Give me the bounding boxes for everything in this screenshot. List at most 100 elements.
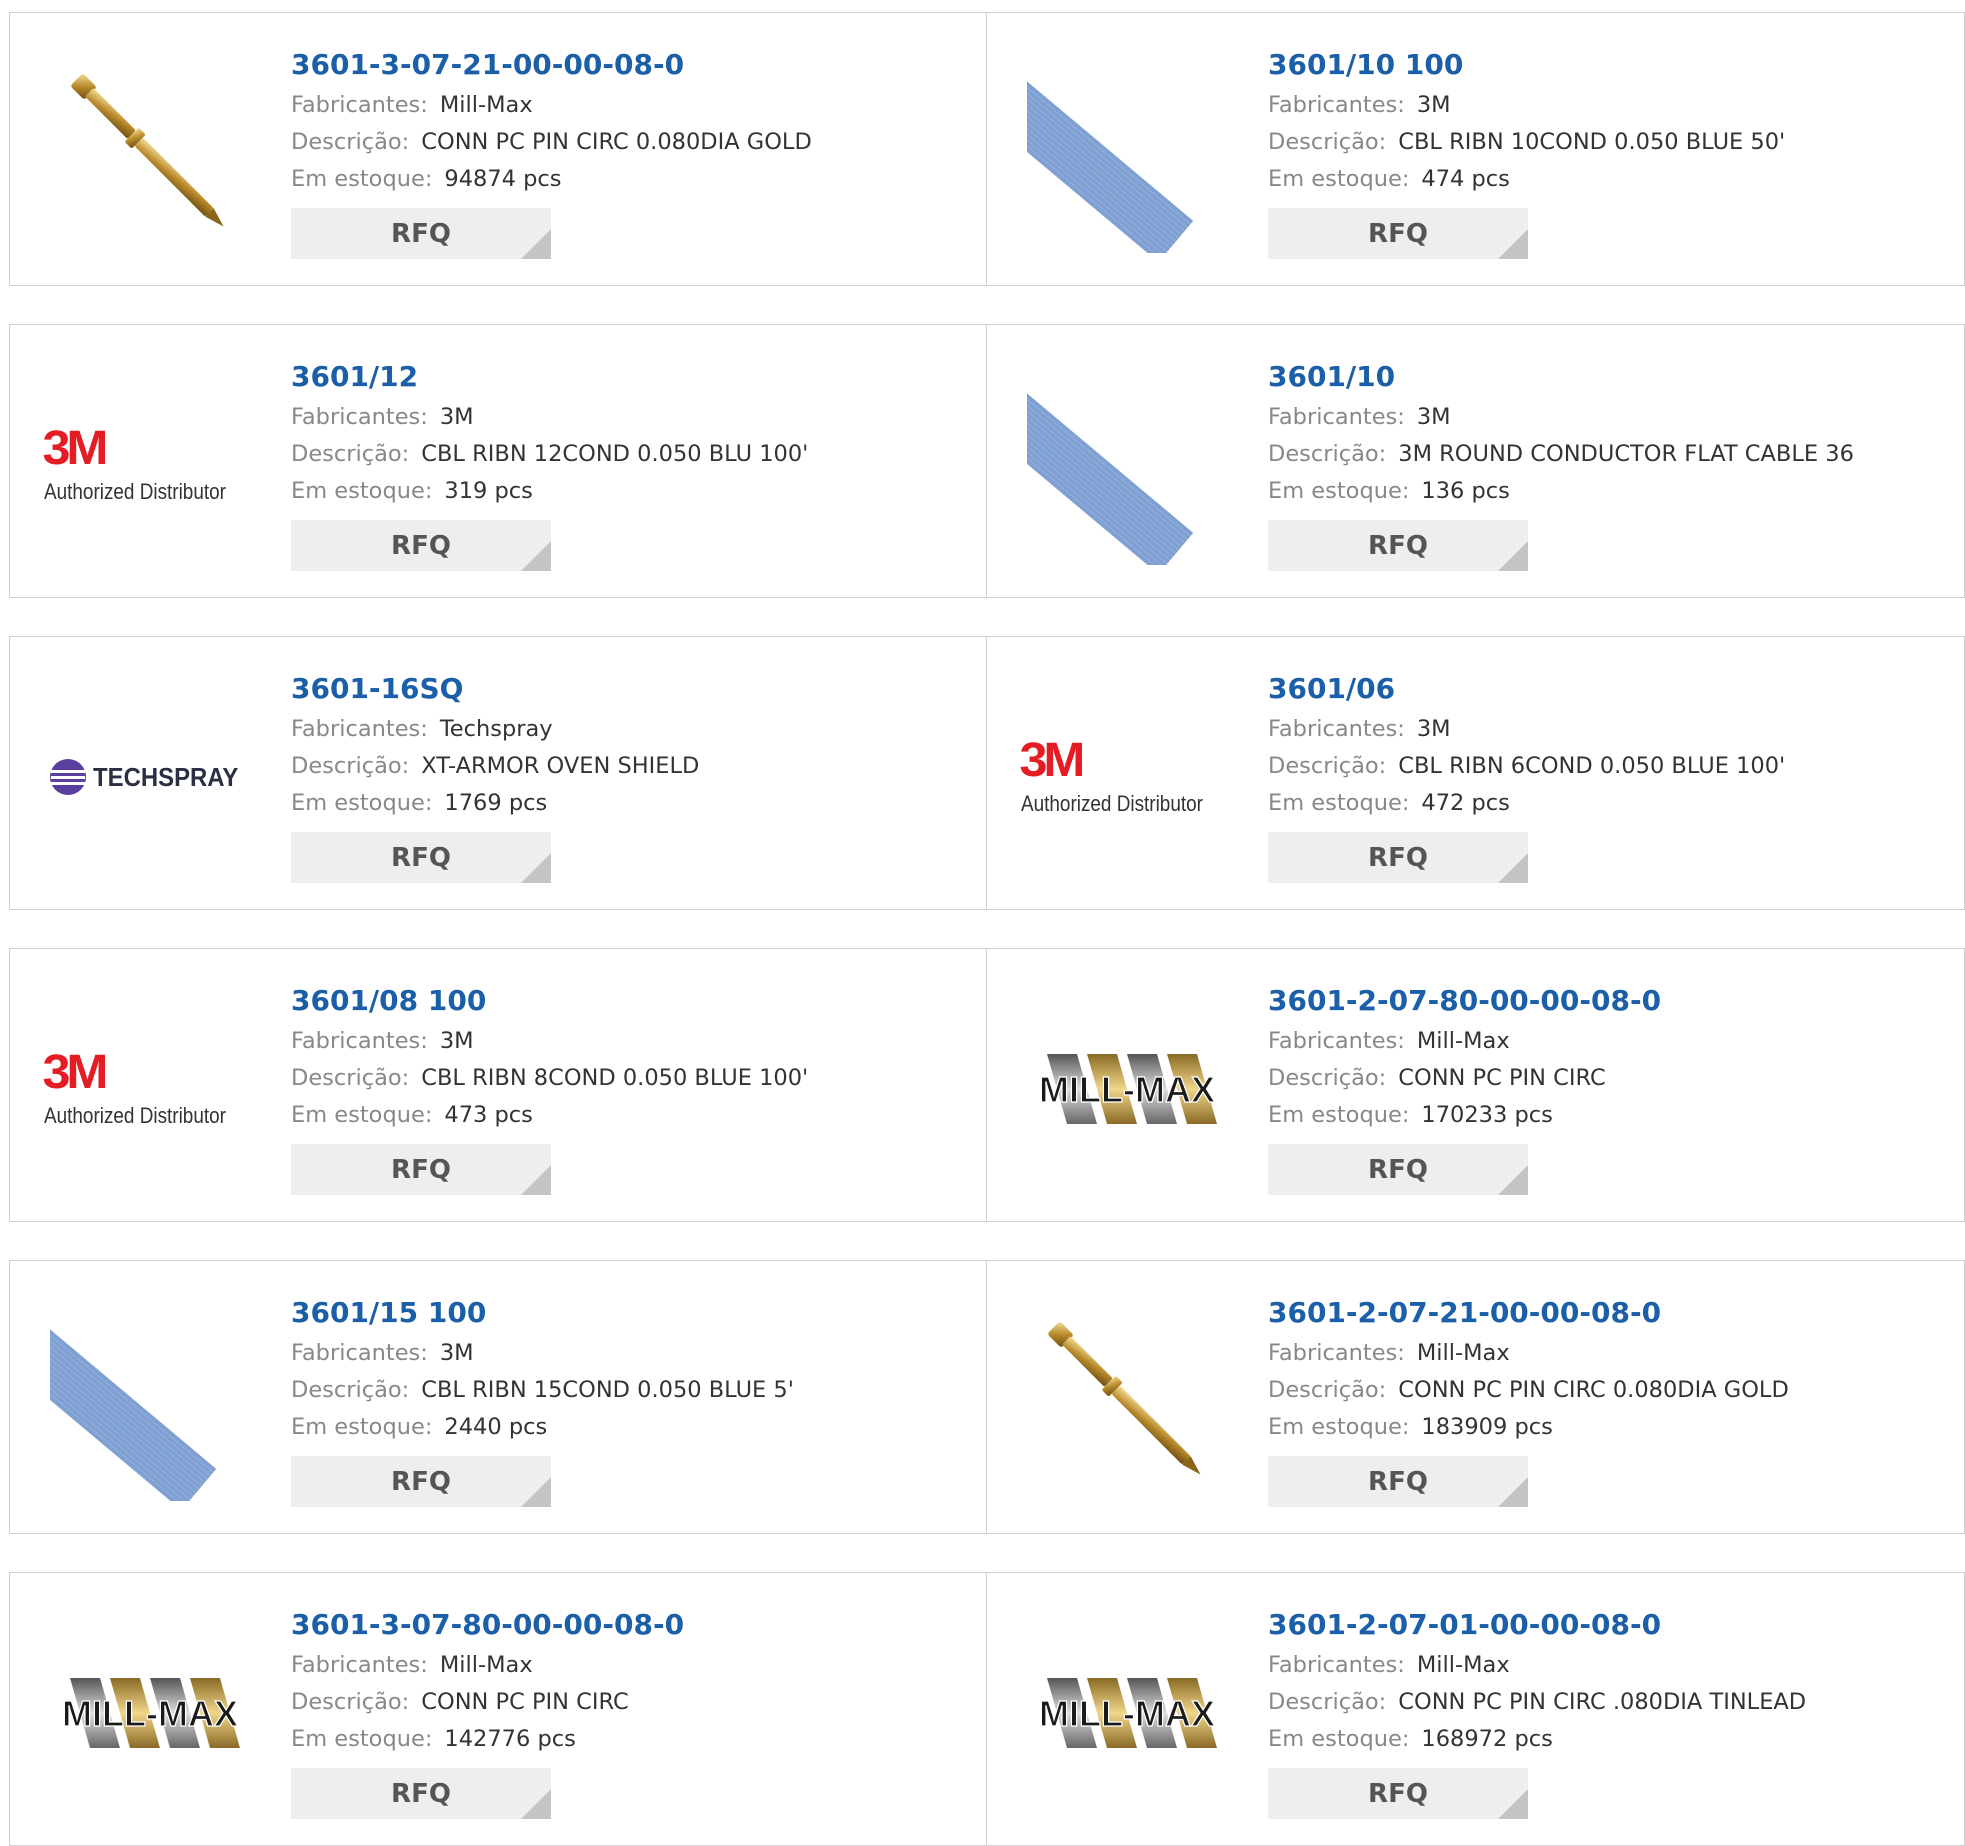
product-card: MILL-MAX 3601-3-07-80-00-00-08-0 Fabrica…	[9, 1572, 987, 1846]
manufacturer-row: Fabricantes: Techspray	[291, 711, 699, 748]
product-info: 3601/12 Fabricantes: 3M Descrição: CBL RIB…	[291, 355, 808, 571]
rfq-button[interactable]: RFQ	[291, 520, 551, 571]
product-row: 3601/15 100 Fabricantes: 3M Descrição: CBL…	[9, 1260, 1965, 1534]
rfq-button[interactable]: RFQ	[1268, 1144, 1528, 1195]
product-grid: 3601-3-07-21-00-00-08-0 Fabricantes: Mill…	[0, 0, 1965, 1846]
stock-value: 170233 pcs	[1421, 1102, 1553, 1128]
part-number-link[interactable]: 3601/10 100	[1268, 43, 1785, 87]
rfq-button[interactable]: RFQ	[1268, 208, 1528, 259]
description-value: CONN PC PIN CIRC 0.080DIA GOLD	[1398, 1377, 1789, 1403]
manufacturer-label: Fabricantes:	[291, 404, 428, 430]
stock-value: 474 pcs	[1421, 166, 1510, 192]
rfq-button[interactable]: RFQ	[291, 1144, 551, 1195]
rfq-button-label: RFQ	[1368, 1778, 1428, 1809]
stock-row: Em estoque: 94874 pcs	[291, 161, 812, 198]
gold-pin-icon[interactable]	[50, 53, 250, 253]
stock-label: Em estoque:	[291, 1726, 433, 1752]
description-value: CONN PC PIN CIRC .080DIA TINLEAD	[1398, 1689, 1807, 1715]
part-number-link[interactable]: 3601/06	[1268, 667, 1785, 711]
manufacturer-label: Fabricantes:	[291, 1340, 428, 1366]
stock-value: 473 pcs	[444, 1102, 533, 1128]
corner-triangle-icon	[521, 1789, 551, 1819]
stock-value: 136 pcs	[1421, 478, 1510, 504]
mill-max-logo[interactable]: MILL-MAX	[50, 1613, 250, 1813]
part-number-link[interactable]: 3601-2-07-80-00-00-08-0	[1268, 979, 1661, 1023]
description-label: Descrição:	[1268, 441, 1387, 467]
description-row: Descrição: CONN PC PIN CIRC	[1268, 1060, 1661, 1097]
stock-label: Em estoque:	[291, 166, 433, 192]
description-row: Descrição: CBL RIBN 15COND 0.050 BLUE 5'	[291, 1372, 794, 1409]
rfq-button-label: RFQ	[391, 842, 451, 873]
description-value: CBL RIBN 12COND 0.050 BLU 100'	[421, 441, 809, 467]
stock-label: Em estoque:	[1268, 1102, 1410, 1128]
part-number-link[interactable]: 3601-3-07-80-00-00-08-0	[291, 1603, 684, 1647]
manufacturer-value: Techspray	[439, 716, 553, 742]
description-label: Descrição:	[291, 1689, 410, 1715]
stock-label: Em estoque:	[291, 1414, 433, 1440]
product-card: 3601-3-07-21-00-00-08-0 Fabricantes: Mill…	[9, 12, 987, 286]
rfq-button[interactable]: RFQ	[291, 1456, 551, 1507]
rfq-button-label: RFQ	[1368, 1154, 1428, 1185]
rfq-button[interactable]: RFQ	[1268, 1768, 1528, 1819]
rfq-button-label: RFQ	[1368, 530, 1428, 561]
product-row: MILL-MAX 3601-3-07-80-00-00-08-0 Fabrica…	[9, 1572, 1965, 1846]
rfq-button[interactable]: RFQ	[291, 208, 551, 259]
rfq-button[interactable]: RFQ	[291, 1768, 551, 1819]
gold-pin-icon[interactable]	[1027, 1301, 1227, 1501]
stock-value: 94874 pcs	[444, 166, 562, 192]
description-value: CBL RIBN 6COND 0.050 BLUE 100'	[1398, 753, 1786, 779]
description-label: Descrição:	[291, 753, 410, 779]
product-card: 3601/10 Fabricantes: 3M Descrição: 3M ROUN…	[987, 324, 1965, 598]
corner-triangle-icon	[521, 229, 551, 259]
product-info: 3601/08 100 Fabricantes: 3M Descrição: CBL…	[291, 979, 808, 1195]
manufacturer-row: Fabricantes: Mill-Max	[291, 87, 812, 124]
rfq-button[interactable]: RFQ	[1268, 1456, 1528, 1507]
part-number-link[interactable]: 3601-2-07-01-00-00-08-0	[1268, 1603, 1806, 1647]
stock-label: Em estoque:	[1268, 478, 1410, 504]
rfq-button[interactable]: RFQ	[1268, 832, 1528, 883]
manufacturer-label: Fabricantes:	[1268, 1028, 1405, 1054]
manufacturer-row: Fabricantes: 3M	[291, 399, 808, 436]
description-label: Descrição:	[291, 129, 410, 155]
stock-label: Em estoque:	[1268, 166, 1410, 192]
manufacturer-label: Fabricantes:	[1268, 1340, 1405, 1366]
mill-max-logo[interactable]: MILL-MAX	[1027, 989, 1227, 1189]
stock-row: Em estoque: 1769 pcs	[291, 785, 699, 822]
description-value: CONN PC PIN CIRC	[421, 1689, 629, 1715]
description-label: Descrição:	[1268, 1065, 1387, 1091]
millmax-logo-text: MILL-MAX	[62, 1693, 238, 1734]
rfq-button[interactable]: RFQ	[291, 832, 551, 883]
corner-triangle-icon	[1498, 1477, 1528, 1507]
techspray-logo[interactable]: TECHSPRAY	[50, 677, 250, 877]
part-number-link[interactable]: 3601/15 100	[291, 1291, 794, 1335]
product-row: 3M Authorized Distributor 3601/08 100 Fa…	[9, 948, 1965, 1222]
description-row: Descrição: CBL RIBN 10COND 0.050 BLUE 50'	[1268, 124, 1785, 161]
part-number-link[interactable]: 3601/12	[291, 355, 808, 399]
3m-logo[interactable]: 3M Authorized Distributor	[43, 989, 250, 1189]
ribbon-cable-icon[interactable]	[1027, 365, 1227, 565]
description-label: Descrição:	[291, 1377, 410, 1403]
manufacturer-row: Fabricantes: Mill-Max	[1268, 1023, 1661, 1060]
rfq-button[interactable]: RFQ	[1268, 520, 1528, 571]
3m-mark-text: 3M	[1019, 734, 1086, 787]
ribbon-cable-icon[interactable]	[50, 1301, 250, 1501]
part-number-link[interactable]: 3601/08 100	[291, 979, 808, 1023]
3m-mark-text: 3M	[42, 422, 109, 475]
3m-logo[interactable]: 3M Authorized Distributor	[1020, 677, 1227, 877]
part-number-link[interactable]: 3601/10	[1268, 355, 1854, 399]
product-info: 3601/10 Fabricantes: 3M Descrição: 3M ROUN…	[1268, 355, 1854, 571]
product-row: 3601-3-07-21-00-00-08-0 Fabricantes: Mill…	[9, 12, 1965, 286]
mill-max-logo[interactable]: MILL-MAX	[1027, 1613, 1227, 1813]
part-number-link[interactable]: 3601-3-07-21-00-00-08-0	[291, 43, 812, 87]
part-number-link[interactable]: 3601-16SQ	[291, 667, 699, 711]
part-number-link[interactable]: 3601-2-07-21-00-00-08-0	[1268, 1291, 1789, 1335]
3m-logo[interactable]: 3M Authorized Distributor	[43, 365, 250, 565]
techspray-logo-text: TECHSPRAY	[93, 761, 239, 792]
manufacturer-label: Fabricantes:	[1268, 404, 1405, 430]
manufacturer-label: Fabricantes:	[1268, 1652, 1405, 1678]
techspray-logo-mark: TECHSPRAY	[49, 758, 251, 796]
millmax-logo-text: MILL-MAX	[1039, 1069, 1215, 1110]
ribbon-cable-icon[interactable]	[1027, 53, 1227, 253]
rfq-button-label: RFQ	[391, 1778, 451, 1809]
stock-row: Em estoque: 319 pcs	[291, 473, 808, 510]
